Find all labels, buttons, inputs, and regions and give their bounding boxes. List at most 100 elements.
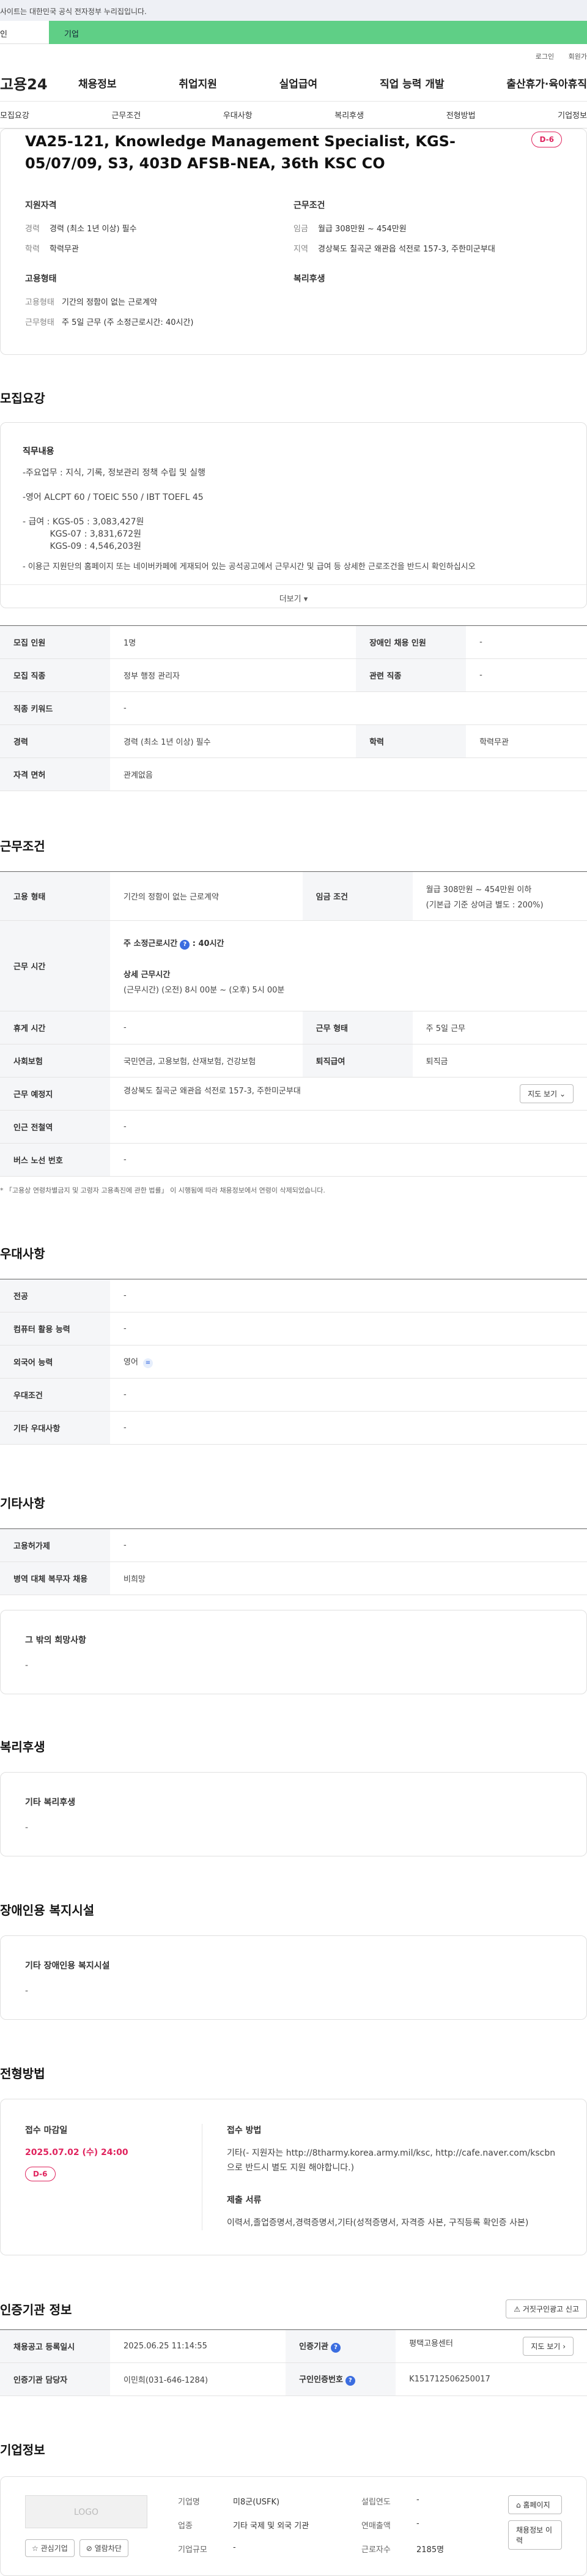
value-wage: 월급 308만원 ~ 454만원 — [318, 225, 407, 234]
company-size: - — [233, 2543, 236, 2552]
more-button[interactable]: 더보기 ▾ — [1, 584, 586, 608]
menu-parental-leave[interactable]: 출산휴가·육아휴직 — [506, 75, 587, 91]
table-header: 우대조건 — [0, 1378, 110, 1412]
table-row: 컴퓨터 활용 능력 - — [0, 1312, 587, 1346]
info-icon[interactable]: ? — [345, 2376, 355, 2386]
map-button[interactable]: 지도 보기 ⌄ — [520, 1084, 574, 1103]
etc-section: 기타사항 고용허가제 - 병역 대체 복무자 채용 비희망 그 밖의 희망사항 - — [0, 1494, 587, 1694]
table-cell: - — [466, 658, 587, 692]
tab-recruit[interactable]: 모집요강 — [0, 109, 29, 121]
company-title: 기업정보 — [0, 2443, 45, 2457]
welfare-box-value: - — [25, 1823, 29, 1833]
welfare-box-heading: 기타 복리후생 — [25, 1798, 76, 1807]
etc-table: 고용허가제 - 병역 대체 복무자 채용 비희망 — [0, 1528, 587, 1595]
main-menu: 채용정보 취업지원 실업급여 직업 능력 개발 출산휴가·육아휴직 — [78, 75, 587, 91]
table-cell: 기간의 정함이 없는 근로계약 — [110, 871, 303, 921]
job-history-button[interactable]: 채용정보 이력 — [508, 2520, 562, 2550]
employment-type-heading: 고용형태 — [25, 274, 57, 284]
apply-title: 전형방법 — [0, 2066, 45, 2081]
detail-hours-label: 상세 근무시간 — [124, 970, 171, 980]
table-cell: - — [110, 1110, 587, 1144]
recruit-section: 모집요강 직무내용 -주요업무 : 지식, 기록, 정보관리 정책 수립 및 실… — [0, 389, 587, 791]
table-cell: - — [110, 1528, 587, 1562]
table-header: 사회보험 — [0, 1044, 110, 1078]
table-row: 인증기관 담당자 이민희(031-646-1284) 구인인증번호? K15171… — [0, 2362, 587, 2396]
block-view-button[interactable]: ⊘ 열람차단 — [79, 2539, 128, 2557]
more-label: 더보기 — [279, 595, 301, 604]
user-type-tabs: 인 기업 — [0, 21, 587, 44]
table-header: 모집 직종 — [0, 658, 110, 692]
table-row: 모집 인원 1명 장애인 채용 인원 - — [0, 625, 587, 659]
menu-employment-support[interactable]: 취업지원 — [179, 75, 217, 91]
value-region: 경상북도 칠곡군 왜관읍 석전로 157-3, 주한미군부대 — [318, 245, 495, 254]
chevron-down-icon: ⌄ — [559, 1090, 566, 1098]
tab-work-conditions[interactable]: 근무조건 — [111, 109, 141, 121]
section-tabs: 모집요강 근무조건 우대사항 복리후생 전형방법 기업정보 — [0, 102, 587, 128]
favorite-company-button[interactable]: ☆ 관심기업 — [25, 2539, 75, 2557]
disabled-facility-section: 장애인용 복지시설 기타 장애인용 복지시설 - — [0, 1900, 587, 2020]
map-button[interactable]: 지도 보기 › — [523, 2337, 574, 2356]
table-cell: 퇴직금 — [412, 1044, 587, 1078]
login-link[interactable]: 로그인 — [536, 53, 554, 61]
table-cell: - — [110, 1279, 587, 1312]
preference-section: 우대사항 전공 - 컴퓨터 활용 능력 - 외국어 능력 영어 ≡ 우대조건 - 기타 우… — [0, 1244, 587, 1445]
site-logo[interactable]: 고용24 — [0, 72, 78, 94]
tab-welfare[interactable]: 복리후생 — [334, 109, 364, 121]
table-header: 인증기관 담당자 — [0, 2362, 110, 2396]
report-fake-ad-button[interactable]: ⚠ 거짓구인광고 신고 — [506, 2299, 587, 2318]
recruit-table: 모집 인원 1명 장애인 채용 인원 - 모집 직종 정부 행정 관리자 관련 직종 -… — [0, 625, 587, 791]
job-description-box: 직무내용 -주요업무 : 지식, 기록, 정보관리 정책 수립 및 실행 -영어… — [0, 422, 587, 608]
table-row: 휴게 시간 - 근무 형태 주 5일 근무 — [0, 1011, 587, 1044]
table-header: 직종 키워드 — [0, 691, 110, 725]
table-row: 기타 우대사항 - — [0, 1411, 587, 1445]
wage-note: (기본급 기준 상여금 별도 : 200%) — [426, 900, 544, 910]
table-cell: 관계없음 — [110, 758, 587, 791]
chevron-right-icon: › — [563, 2342, 566, 2351]
detail-hours-value: (근무시간) (오전) 8시 00분 ~ (오후) 5시 00분 — [124, 986, 285, 995]
menu-job-training[interactable]: 직업 능력 개발 — [380, 75, 445, 91]
table-cell: 영어 ≡ — [110, 1345, 587, 1379]
homepage-label: 홈페이지 — [523, 2501, 550, 2509]
info-icon[interactable]: ? — [331, 2343, 341, 2353]
table-header: 모집 인원 — [0, 625, 110, 659]
menu-jobs[interactable]: 채용정보 — [78, 75, 117, 91]
table-cell: - — [466, 625, 587, 659]
table-header: 인근 전철역 — [0, 1110, 110, 1144]
homepage-button[interactable]: ⌂ 홈페이지 — [508, 2495, 562, 2514]
welfare-title: 복리후생 — [0, 1740, 45, 1754]
tab-selection[interactable]: 전형방법 — [446, 109, 476, 121]
other-wishes-value: - — [25, 1661, 29, 1670]
map-button-label: 지도 보기 — [528, 1090, 558, 1098]
table-cell: - — [110, 1411, 587, 1445]
cert-no-label: 구인인증번호 — [299, 2375, 343, 2384]
block-label: 열람차단 — [94, 2544, 122, 2553]
table-header: 자격 면허 — [0, 758, 110, 791]
tab-company[interactable]: 기업 — [49, 21, 587, 44]
method-value: 기타(- 지원자는 http://8tharmy.korea.army.mil/… — [227, 2148, 556, 2173]
wage-range: 월급 308만원 ~ 454만원 이하 — [426, 885, 532, 895]
detail-icon[interactable]: ≡ — [142, 1358, 153, 1368]
label: 연매출액 — [361, 2522, 391, 2531]
table-cell: 경상북도 칠곡군 왜관읍 석전로 157-3, 주한미군부대 지도 보기 ⌄ — [110, 1077, 587, 1111]
label: 기업명 — [178, 2498, 200, 2507]
tab-company-info[interactable]: 기업정보 — [558, 109, 587, 121]
apply-box: 접수 마감일 2025.07.02 (수) 24:00 D-6 접수 방법 기타… — [0, 2099, 587, 2255]
dday-badge: D-6 — [531, 132, 562, 147]
table-cell: K151712506250017 — [396, 2362, 587, 2396]
menu-unemployment-benefit[interactable]: 실업급여 — [279, 75, 318, 91]
tab-individual[interactable]: 인 — [0, 21, 49, 44]
preference-title: 우대사항 — [0, 1246, 45, 1261]
other-wishes-heading: 그 밖의 희망사항 — [25, 1636, 86, 1645]
table-row: 근무 예정지 경상북도 칠곡군 왜관읍 석전로 157-3, 주한미군부대 지도 … — [0, 1077, 587, 1111]
info-icon[interactable]: ? — [180, 940, 190, 950]
table-header: 고용 형태 — [0, 871, 110, 921]
value-career: 경력 (최소 1년 이상) 필수 — [50, 225, 137, 234]
table-cell: 경력 (최소 1년 이상) 필수 — [110, 724, 356, 758]
table-row: 고용허가제 - — [0, 1528, 587, 1562]
signup-link[interactable]: 회원가 — [569, 53, 587, 61]
table-header: 병역 대체 복무자 채용 — [0, 1562, 110, 1595]
employee-count: 2185명 — [416, 2545, 445, 2555]
company-details: 기업명 미8군(USFK) 설립연도 - 업종 기타 국제 및 외국 기관 연매출액 -… — [178, 2495, 508, 2557]
tab-preferences[interactable]: 우대사항 — [223, 109, 253, 121]
table-header: 컴퓨터 활용 능력 — [0, 1312, 110, 1346]
